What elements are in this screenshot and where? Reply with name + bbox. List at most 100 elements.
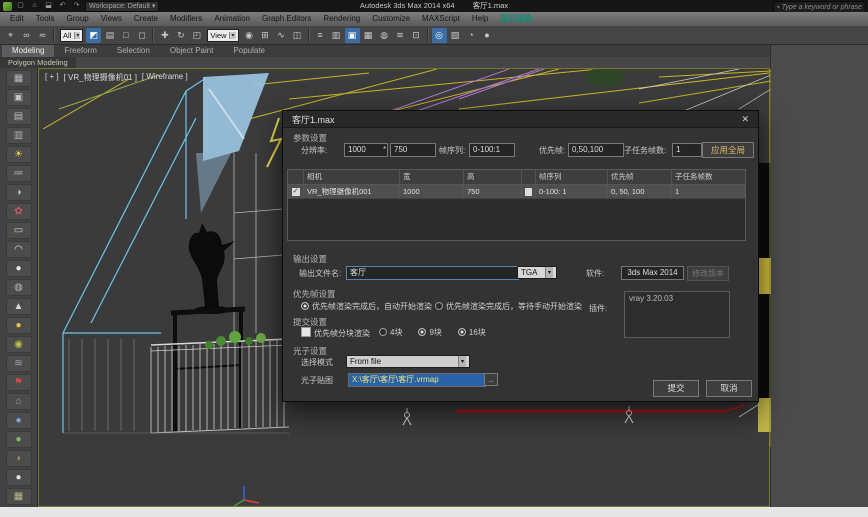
menu-item-Views[interactable]: Views [95, 12, 128, 25]
left-toolbar-icon-7[interactable]: ✿ [6, 203, 32, 220]
menu-item-Modifiers[interactable]: Modifiers [164, 12, 208, 25]
rendered-frame-icon[interactable]: ◔ [464, 28, 479, 43]
menu-item-Tools[interactable]: Tools [30, 12, 61, 25]
row-checkbox[interactable]: ✓ [292, 188, 300, 196]
left-toolbar-icon-11[interactable]: ◍ [6, 279, 32, 296]
schematic-view-icon[interactable]: ⊡ [409, 28, 424, 43]
priority-frames-input[interactable]: 0,50,100 [568, 143, 624, 157]
tab-populate[interactable]: Populate [223, 45, 275, 57]
select-by-name-icon[interactable]: ▤ [102, 28, 117, 43]
layer-manager-icon[interactable]: ▦ [361, 28, 376, 43]
job-table-cell[interactable]: 1000 [400, 185, 464, 198]
rectangular-selection-icon[interactable]: □ [118, 28, 133, 43]
tab-object-paint[interactable]: Object Paint [160, 45, 224, 57]
material-editor-icon[interactable]: ◎ [432, 28, 447, 43]
unlink-selection-icon[interactable]: ∞ [19, 28, 34, 43]
left-toolbar-icon-12[interactable]: ▲ [6, 298, 32, 315]
align-icon[interactable]: ▣ [345, 28, 360, 43]
graphite-ribbon-icon[interactable]: ◍ [377, 28, 392, 43]
viewport-menu-plus[interactable]: [ + ] [45, 72, 59, 83]
chunk-option-9块[interactable]: 9块 [418, 328, 441, 337]
render-production-icon[interactable]: ● [480, 28, 495, 43]
left-toolbar-icon-10[interactable]: ● [6, 260, 32, 277]
job-table-cell[interactable] [522, 185, 536, 198]
use-pivot-center-icon[interactable]: ◉ [242, 28, 257, 43]
undo-icon[interactable]: ↶ [57, 1, 68, 11]
photon-mode-dropdown[interactable]: From file▾ [346, 355, 470, 368]
angle-snap-icon[interactable]: ∿ [274, 28, 289, 43]
redo-icon[interactable]: ↷ [71, 1, 82, 11]
menu-item-Customize[interactable]: Customize [366, 12, 416, 25]
menu-item-Animation[interactable]: Animation [208, 12, 256, 25]
left-toolbar-icon-5[interactable]: ≔ [6, 165, 32, 182]
left-toolbar-icon-19[interactable]: ● [6, 431, 32, 448]
named-selection-icon[interactable]: ≡ [313, 28, 328, 43]
left-toolbar-icon-18[interactable]: ● [6, 412, 32, 429]
max-logo-icon[interactable] [3, 2, 12, 11]
left-toolbar-icon-0[interactable]: ▦ [6, 70, 32, 87]
radio-auto-start[interactable]: 优先帧渲染完成后，自动开始渲染 [301, 301, 432, 312]
snaps-toggle-icon[interactable]: ⊞ [258, 28, 273, 43]
select-and-scale-icon[interactable]: ◰ [189, 28, 204, 43]
job-table-cell[interactable]: ✓ [288, 185, 304, 198]
save-file-icon[interactable]: ⬓ [43, 1, 54, 11]
mirror-icon[interactable]: ▥ [329, 28, 344, 43]
chunk-checkbox[interactable]: 优先帧分块渲染 [301, 327, 370, 339]
left-toolbar-icon-8[interactable]: ▭ [6, 222, 32, 239]
job-table-cell[interactable]: VR_物理摄像机001 [304, 185, 400, 198]
job-table[interactable]: 相机宽高帧序列优先帧子任务帧数 ✓VR_物理摄像机00110007500-100… [287, 169, 746, 241]
left-toolbar-icon-16[interactable]: ⚑ [6, 374, 32, 391]
percent-snap-icon[interactable]: ◫ [290, 28, 305, 43]
menu-item-提交渲染[interactable]: 提交渲染 [494, 12, 538, 25]
res-height-input[interactable]: 750 [390, 143, 436, 157]
left-toolbar-icon-1[interactable]: ▣ [6, 89, 32, 106]
left-toolbar-icon-4[interactable]: ☀ [6, 146, 32, 163]
left-toolbar-icon-17[interactable]: ⌂ [6, 393, 32, 410]
open-file-icon[interactable]: ⌂ [29, 1, 40, 11]
select-and-link-icon[interactable]: ⌖ [3, 28, 18, 43]
submit-button[interactable]: 提交 [653, 380, 699, 397]
dialog-title-bar[interactable]: 客厅1.max ✕ [283, 111, 758, 128]
menu-item-Edit[interactable]: Edit [4, 12, 30, 25]
workspace-selector[interactable]: Workspace: Default ▾ [85, 1, 159, 12]
row-checkbox[interactable] [525, 188, 532, 196]
change-version-button[interactable]: 修改版本 [687, 266, 729, 281]
render-setup-icon[interactable]: ▧ [448, 28, 463, 43]
job-table-cell[interactable]: 750 [464, 185, 522, 198]
curve-editor-icon[interactable]: ≋ [393, 28, 408, 43]
tab-freeform[interactable]: Freeform [54, 45, 106, 57]
menu-item-Graph Editors[interactable]: Graph Editors [256, 12, 317, 25]
left-toolbar-icon-15[interactable]: ≋ [6, 355, 32, 372]
window-crossing-icon[interactable]: ◻ [134, 28, 149, 43]
left-toolbar-icon-9[interactable]: ◠ [6, 241, 32, 258]
left-toolbar-icon-2[interactable]: ▤ [6, 108, 32, 125]
left-toolbar-icon-14[interactable]: ◉ [6, 336, 32, 353]
chunk-option-16块[interactable]: 16块 [458, 328, 486, 337]
left-toolbar-icon-21[interactable]: ● [6, 469, 32, 486]
close-icon[interactable]: ✕ [741, 114, 749, 125]
reference-coordinate-dropdown[interactable]: View▾ [207, 29, 238, 42]
command-panel[interactable] [770, 45, 868, 507]
tab-polygon-modeling[interactable]: Polygon Modeling [0, 57, 76, 68]
left-toolbar-icon-20[interactable]: ◖ [6, 450, 32, 467]
radio-wait-start[interactable]: 优先帧渲染完成后，等待手动开始渲染 [435, 301, 582, 312]
browse-button[interactable]: .. [484, 373, 498, 386]
output-filename-input[interactable]: 客厅 [346, 266, 519, 280]
job-table-cell[interactable]: 1 [672, 185, 745, 198]
select-and-rotate-icon[interactable]: ↻ [173, 28, 188, 43]
tab-selection[interactable]: Selection [107, 45, 160, 57]
select-object-icon[interactable]: ◩ [86, 28, 101, 43]
job-table-row[interactable]: ✓VR_物理摄像机00110007500-100: 10, 50, 1001 [288, 185, 745, 199]
menu-item-Create[interactable]: Create [128, 12, 164, 25]
bind-to-space-warp-icon[interactable]: ≂ [35, 28, 50, 43]
selection-filter-dropdown[interactable]: All▾ [60, 29, 83, 42]
viewport-camera-label[interactable]: [ VR_物理摄像机01 ] [64, 72, 137, 83]
format-dropdown[interactable]: TGA▾ [517, 266, 557, 279]
apply-all-button[interactable]: 应用全局 [702, 142, 754, 158]
menu-item-Help[interactable]: Help [466, 12, 494, 25]
frames-input[interactable]: 0-100:1 [469, 143, 515, 157]
menu-item-MAXScript[interactable]: MAXScript [416, 12, 466, 25]
menu-item-Group[interactable]: Group [60, 12, 94, 25]
left-toolbar-icon-22[interactable]: ▦ [6, 488, 32, 505]
job-table-cell[interactable]: 0, 50, 100 [608, 185, 672, 198]
